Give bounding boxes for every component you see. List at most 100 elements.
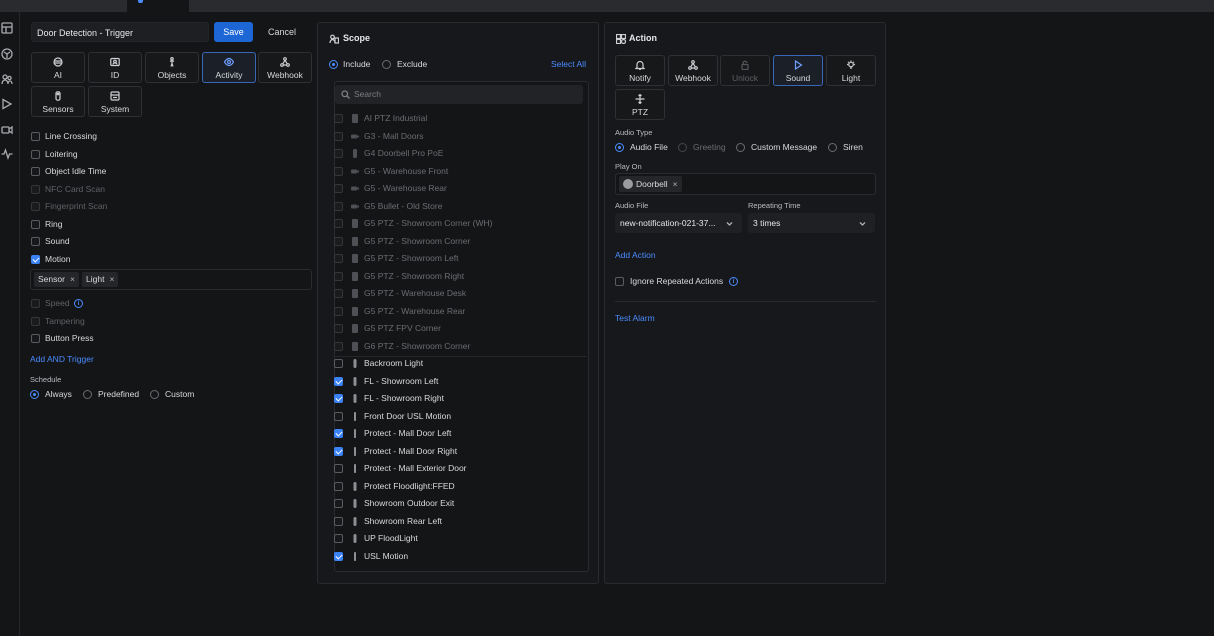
camera-row[interactable]: Backroom Light <box>333 355 586 372</box>
checkbox[interactable] <box>31 237 40 246</box>
tab-sensors[interactable]: Sensors <box>31 86 85 117</box>
tag-label: Sensor <box>38 274 65 284</box>
camera-row[interactable]: FL - Showroom Left <box>333 373 586 390</box>
camera-checkbox[interactable] <box>334 551 343 561</box>
trigger-item-label: Sound <box>45 236 70 246</box>
info-icon[interactable]: i <box>729 277 738 286</box>
schedule-predefined-radio[interactable] <box>83 390 92 399</box>
tab-webhook[interactable]: Webhook <box>258 52 312 83</box>
schedule-always-radio[interactable] <box>30 390 39 399</box>
camera-checkbox[interactable] <box>334 376 343 386</box>
map-icon[interactable] <box>1 48 13 60</box>
dashboard-icon[interactable] <box>1 22 13 34</box>
play-on-input[interactable]: Doorbell × <box>615 173 876 195</box>
camera-name: Protect Floodlight:FFED <box>364 480 455 491</box>
camera-checkbox[interactable] <box>334 481 343 491</box>
remove-tag-icon[interactable]: × <box>673 179 678 189</box>
action-light-button[interactable]: Light <box>826 55 876 86</box>
action-label: PTZ <box>631 107 649 117</box>
tab-activity[interactable]: Activity <box>202 52 256 83</box>
camera-checkbox[interactable] <box>334 429 343 438</box>
checkbox[interactable] <box>31 149 40 159</box>
add-action-link[interactable]: Add Action <box>615 250 656 260</box>
tab-objects[interactable]: Objects <box>145 52 199 83</box>
repeating-time-label: Repeating Time <box>748 201 801 210</box>
camera-name: Backroom Light <box>364 358 424 368</box>
bullet-camera-icon <box>351 184 359 193</box>
trigger-name-input[interactable]: Door Detection - Trigger <box>31 22 209 42</box>
camera-row: G5 PTZ - Showroom Corner (WH) <box>333 215 586 232</box>
camera-row[interactable]: UP FloodLight <box>333 530 586 547</box>
checkbox[interactable] <box>31 167 40 176</box>
camera-row[interactable]: Protect - Mall Door Left <box>333 425 586 442</box>
action-ptz-button[interactable]: PTZ <box>615 89 665 120</box>
remove-tag-icon[interactable]: × <box>70 274 75 284</box>
activity-icon[interactable] <box>1 147 13 161</box>
remove-tag-icon[interactable]: × <box>109 274 114 284</box>
info-icon[interactable]: i <box>74 299 83 308</box>
camera-checkbox[interactable] <box>334 411 343 421</box>
camera-checkbox[interactable] <box>334 359 343 368</box>
lock-icon <box>740 60 750 71</box>
camera-name: FL - Showroom Right <box>364 393 444 403</box>
audio-type-audio-file-radio[interactable] <box>615 143 624 152</box>
audio-type-siren-radio[interactable] <box>828 143 837 152</box>
ptz-camera-icon <box>351 324 359 333</box>
action-label: Webhook <box>675 73 711 83</box>
checkbox <box>31 184 40 194</box>
trigger-item-label: Motion <box>45 253 71 264</box>
checkbox[interactable] <box>31 132 40 141</box>
camera-checkbox[interactable] <box>334 464 343 473</box>
camera-name: Front Door USL Motion <box>364 410 452 421</box>
trigger-item-label: Button Press <box>45 333 94 343</box>
camera-row[interactable]: USL Motion <box>333 548 586 565</box>
camera-checkbox <box>334 236 343 246</box>
tab-ai[interactable]: AI <box>31 52 85 83</box>
checkbox[interactable] <box>31 219 40 229</box>
camera-row[interactable]: Protect - Mall Exterior Door <box>333 460 586 477</box>
active-tab[interactable] <box>127 0 189 12</box>
action-webhook-button[interactable]: Webhook <box>668 55 718 86</box>
checkbox[interactable] <box>31 254 40 264</box>
test-alarm-link[interactable]: Test Alarm <box>615 313 655 323</box>
motion-tag-input[interactable]: Sensor × Light × <box>30 269 312 290</box>
camera-icon[interactable] <box>1 124 13 136</box>
tab-id[interactable]: ID <box>88 52 142 83</box>
camera-checkbox[interactable] <box>334 534 343 543</box>
action-label: Light <box>841 73 861 83</box>
camera-row[interactable]: Protect Floodlight:FFED <box>333 478 586 495</box>
camera-row[interactable]: Showroom Outdoor Exit <box>333 495 586 512</box>
camera-checkbox[interactable] <box>334 499 343 508</box>
camera-checkbox <box>334 341 343 351</box>
tab-system[interactable]: System <box>88 86 142 117</box>
play-icon[interactable] <box>1 98 13 110</box>
action-sound-button[interactable]: Sound <box>773 55 823 86</box>
audio-type-custom-message-radio[interactable] <box>736 143 745 152</box>
checkbox[interactable] <box>31 334 40 343</box>
action-label: Notify <box>629 73 651 83</box>
camera-checkbox[interactable] <box>334 446 343 456</box>
light-icon <box>351 499 359 508</box>
camera-row[interactable]: Protect - Mall Door Right <box>333 443 586 460</box>
save-button[interactable]: Save <box>214 22 253 42</box>
add-and-trigger-link[interactable]: Add AND Trigger <box>30 354 94 364</box>
camera-checkbox[interactable] <box>334 516 343 526</box>
camera-row[interactable]: FL - Showroom Right <box>333 390 586 407</box>
ignore-repeated-checkbox[interactable] <box>615 277 624 286</box>
camera-search-input[interactable]: Search <box>335 85 583 104</box>
exclude-radio[interactable] <box>382 60 391 69</box>
camera-row[interactable]: Showroom Rear Left <box>333 513 586 530</box>
repeating-time-select[interactable]: 3 times <box>748 213 875 233</box>
cancel-button[interactable]: Cancel <box>260 22 304 42</box>
eye-icon <box>223 57 235 67</box>
select-all-link[interactable]: Select All <box>551 59 586 69</box>
include-radio[interactable] <box>329 60 338 69</box>
sensor-icon <box>351 446 359 456</box>
audio-file-select[interactable]: new-notification-021-37... <box>615 213 742 233</box>
camera-row[interactable]: Front Door USL Motion <box>333 408 586 425</box>
camera-checkbox[interactable] <box>334 394 343 403</box>
checkbox <box>31 299 40 308</box>
schedule-custom-radio[interactable] <box>150 390 159 399</box>
action-notify-button[interactable]: Notify <box>615 55 665 86</box>
people-icon[interactable] <box>1 73 13 85</box>
